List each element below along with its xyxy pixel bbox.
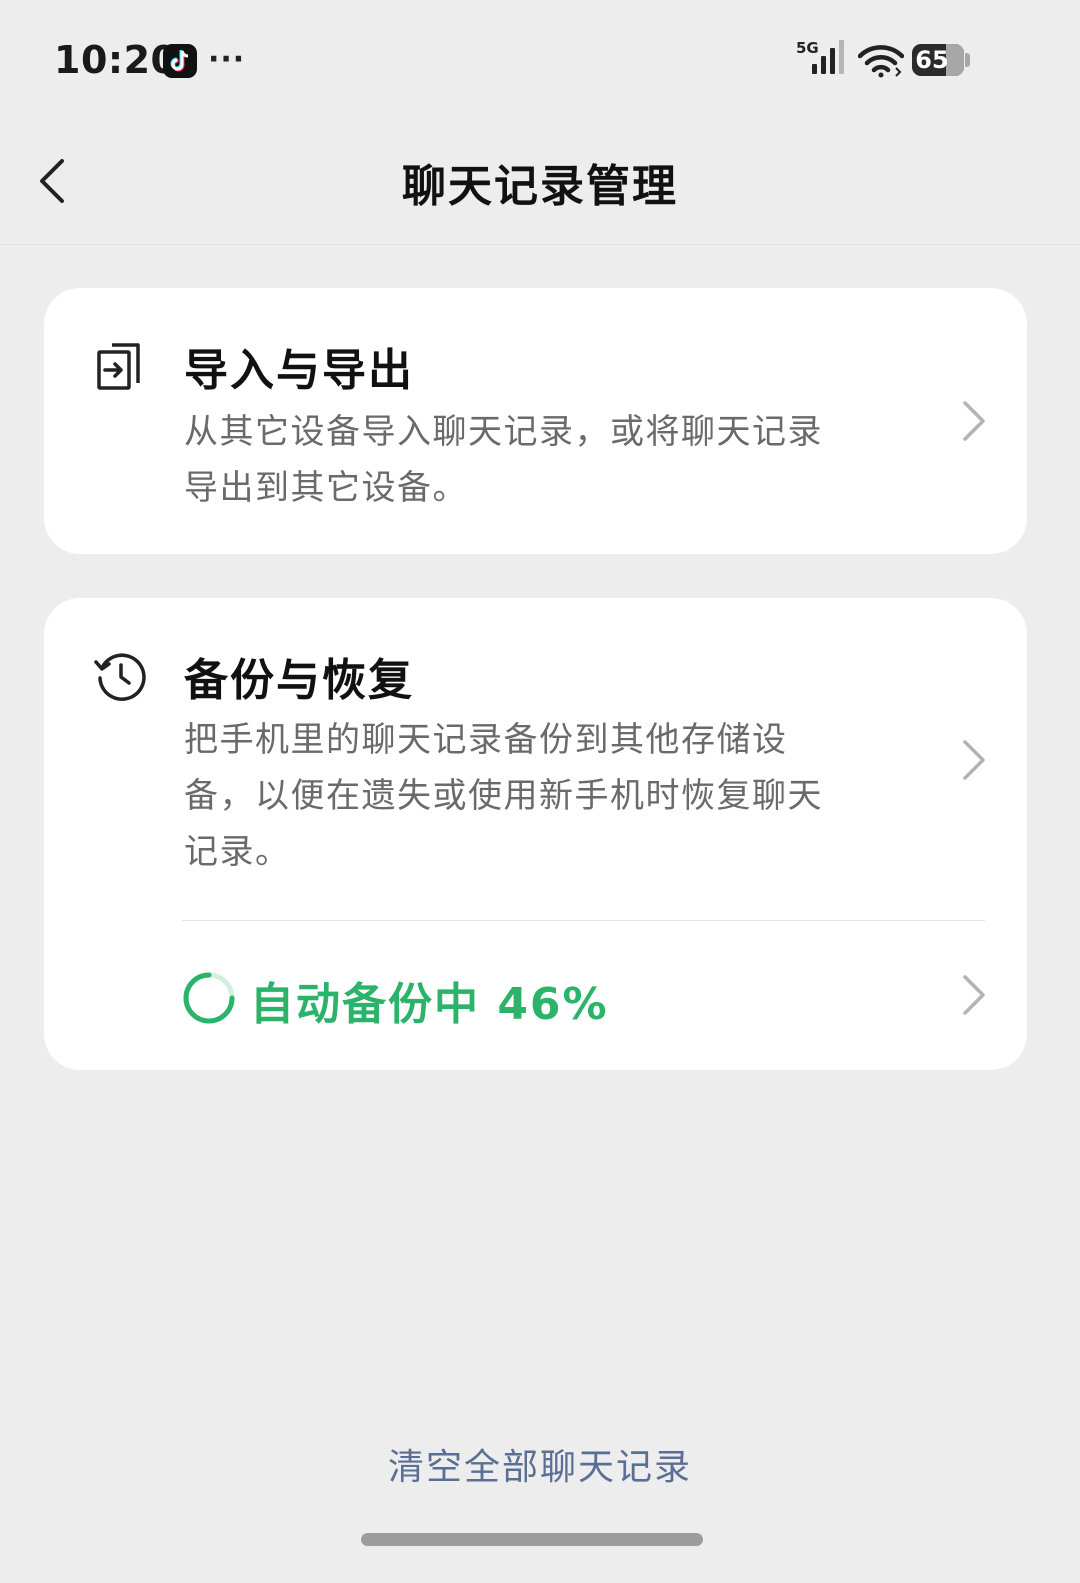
cellular-signal-icon: 5G: [796, 38, 856, 78]
home-indicator[interactable]: [361, 1533, 703, 1546]
network-type-label: 5G: [796, 39, 819, 57]
status-time: 10:20: [54, 38, 178, 82]
battery-icon: 65: [912, 44, 964, 76]
import-export-card[interactable]: 导入与导出 从其它设备导入聊天记录，或将聊天记录导出到其它设备。: [44, 288, 1027, 554]
card-title: 备份与恢复: [184, 655, 414, 706]
import-export-icon: [92, 338, 150, 396]
auto-backup-row[interactable]: 自动备份中 46%: [44, 921, 1027, 1070]
clear-all-chat-history-link[interactable]: 清空全部聊天记录: [0, 1438, 1080, 1490]
card-description: 把手机里的聊天记录备份到其他存储设备，以便在遗失或使用新手机时恢复聊天记录。: [184, 720, 823, 872]
backup-restore-row[interactable]: 备份与恢复 把手机里的聊天记录备份到其他存储设备，以便在遗失或使用新手机时恢复聊…: [44, 598, 1027, 920]
battery-level: 65: [915, 46, 949, 74]
card-title: 导入与导出: [184, 345, 414, 396]
status-bar: 10:20 ··· 5G 65: [0, 0, 1080, 120]
page-title: 聊天记录管理: [402, 161, 678, 212]
card-description: 从其它设备导入聊天记录，或将聊天记录导出到其它设备。: [184, 412, 823, 508]
battery-tip: [965, 53, 970, 67]
loading-spinner-icon: [181, 970, 237, 1026]
history-icon: [92, 646, 150, 704]
nav-bar: 聊天记录管理: [0, 120, 1080, 245]
backup-restore-card: 备份与恢复 把手机里的聊天记录备份到其他存储设备，以便在遗失或使用新手机时恢复聊…: [44, 598, 1027, 1070]
chevron-right-icon: [961, 399, 987, 443]
chevron-right-icon: [961, 738, 987, 782]
auto-backup-status: 自动备份中 46%: [250, 979, 609, 1030]
tiktok-icon: [163, 44, 197, 78]
more-icon: ···: [208, 42, 246, 77]
chevron-right-icon: [961, 973, 987, 1017]
wifi-icon: [857, 44, 905, 82]
